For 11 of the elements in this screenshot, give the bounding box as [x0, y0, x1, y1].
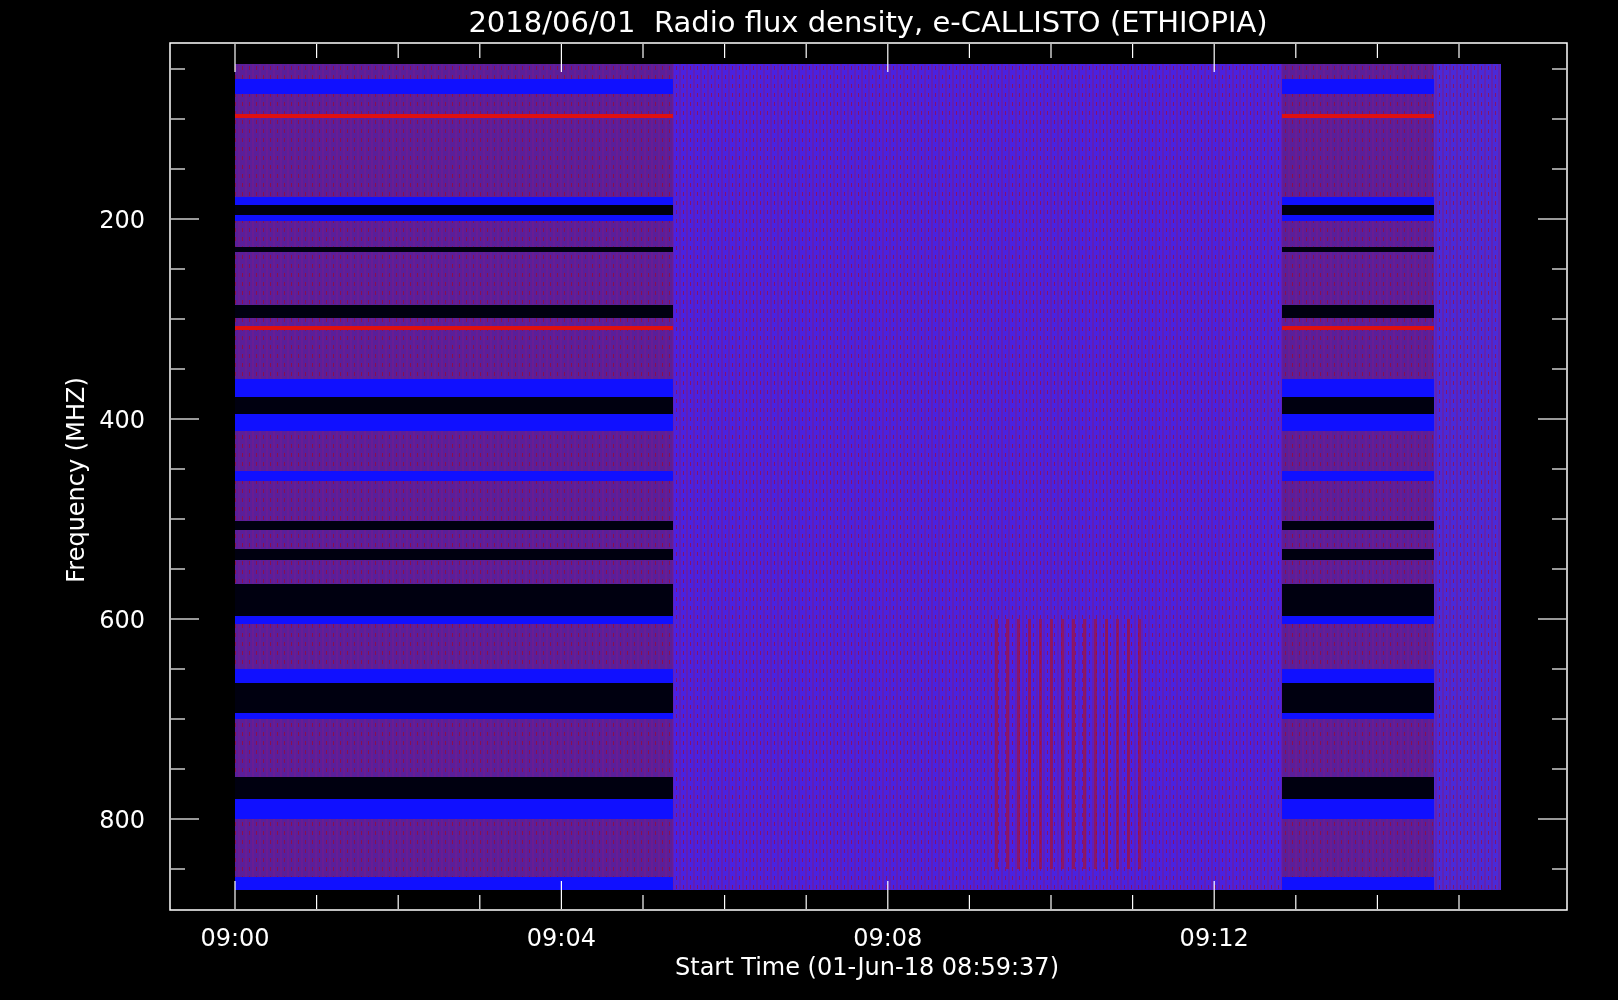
x-axis-label: Start Time (01-Jun-18 08:59:37) [675, 953, 1059, 981]
x-tick-label: 09:12 [1179, 924, 1249, 952]
chart-title: 2018/06/01 Radio flux density, e-CALLISTO (ETHIOPIA) [468, 5, 1268, 39]
x-tick-label: 09:08 [853, 924, 923, 952]
y-tick-label: 600 [99, 606, 145, 634]
x-tick-label: 09:04 [526, 924, 596, 952]
y-axis-label: Frequency (MHZ) [62, 377, 90, 583]
x-tick-label: 09:00 [200, 924, 270, 952]
y-tick-label: 800 [99, 806, 145, 834]
y-tick-label: 200 [99, 206, 145, 234]
y-tick-label: 400 [99, 406, 145, 434]
